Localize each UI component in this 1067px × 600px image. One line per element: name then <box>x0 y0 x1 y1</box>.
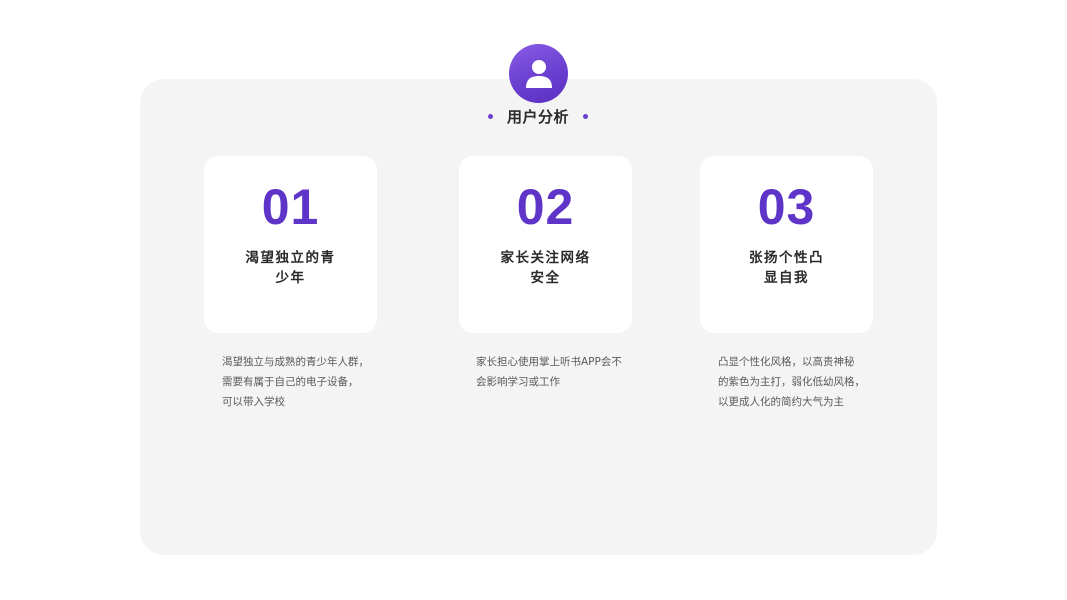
card-01-description: 渴望独立与成熟的青少年人群， 需要有属于自己的电子设备， 可以带入学校 <box>222 352 382 412</box>
description-line: 会影响学习或工作 <box>476 376 560 388</box>
description-line: 渴望独立与成熟的青少年人群， <box>222 356 369 368</box>
card-label-line: 渴望独立的青 <box>245 250 336 266</box>
card-number: 03 <box>757 179 816 235</box>
left-dot <box>488 113 493 119</box>
card-label-line: 显自我 <box>764 270 809 286</box>
user-badge <box>509 44 568 103</box>
description-line: 以更成人化的简约大气为主 <box>718 396 844 408</box>
slide: 用户分析 01 渴望独立的青 少年 渴望独立与成熟的青少年人群， 需要有属于自己… <box>0 0 1067 600</box>
description-line: 可以带入学校 <box>222 396 285 408</box>
description-line: 的紫色为主打，弱化低幼风格， <box>718 376 865 388</box>
card-label-line: 安全 <box>530 270 561 286</box>
section-header: 用户分析 <box>488 104 588 128</box>
card-number: 01 <box>261 179 320 235</box>
card-02-description: 家长担心使用掌上听书APP会不 会影响学习或工作 <box>476 352 636 392</box>
user-icon <box>525 59 552 88</box>
card-number: 02 <box>516 179 575 235</box>
card-03: 03 张扬个性凸 显自我 <box>700 156 873 333</box>
section-title: 用户分析 <box>506 107 569 126</box>
card-label: 张扬个性凸 显自我 <box>700 248 873 288</box>
card-02: 02 家长关注网络 安全 <box>459 156 632 333</box>
right-dot <box>582 113 588 119</box>
card-label: 渴望独立的青 少年 <box>204 248 377 288</box>
description-line: 凸显个性化风格，以高贵神秘 <box>718 356 855 368</box>
card-label-line: 少年 <box>275 270 306 286</box>
description-line: 需要有属于自己的电子设备， <box>222 376 359 388</box>
card-label-line: 家长关注网络 <box>500 250 591 266</box>
card-label-line: 张扬个性凸 <box>749 250 824 266</box>
card-label: 家长关注网络 安全 <box>459 248 632 288</box>
card-03-description: 凸显个性化风格，以高贵神秘 的紫色为主打，弱化低幼风格， 以更成人化的简约大气为… <box>718 352 878 412</box>
description-line: 家长担心使用掌上听书APP会不 <box>476 356 622 368</box>
card-01: 01 渴望独立的青 少年 <box>204 156 377 333</box>
